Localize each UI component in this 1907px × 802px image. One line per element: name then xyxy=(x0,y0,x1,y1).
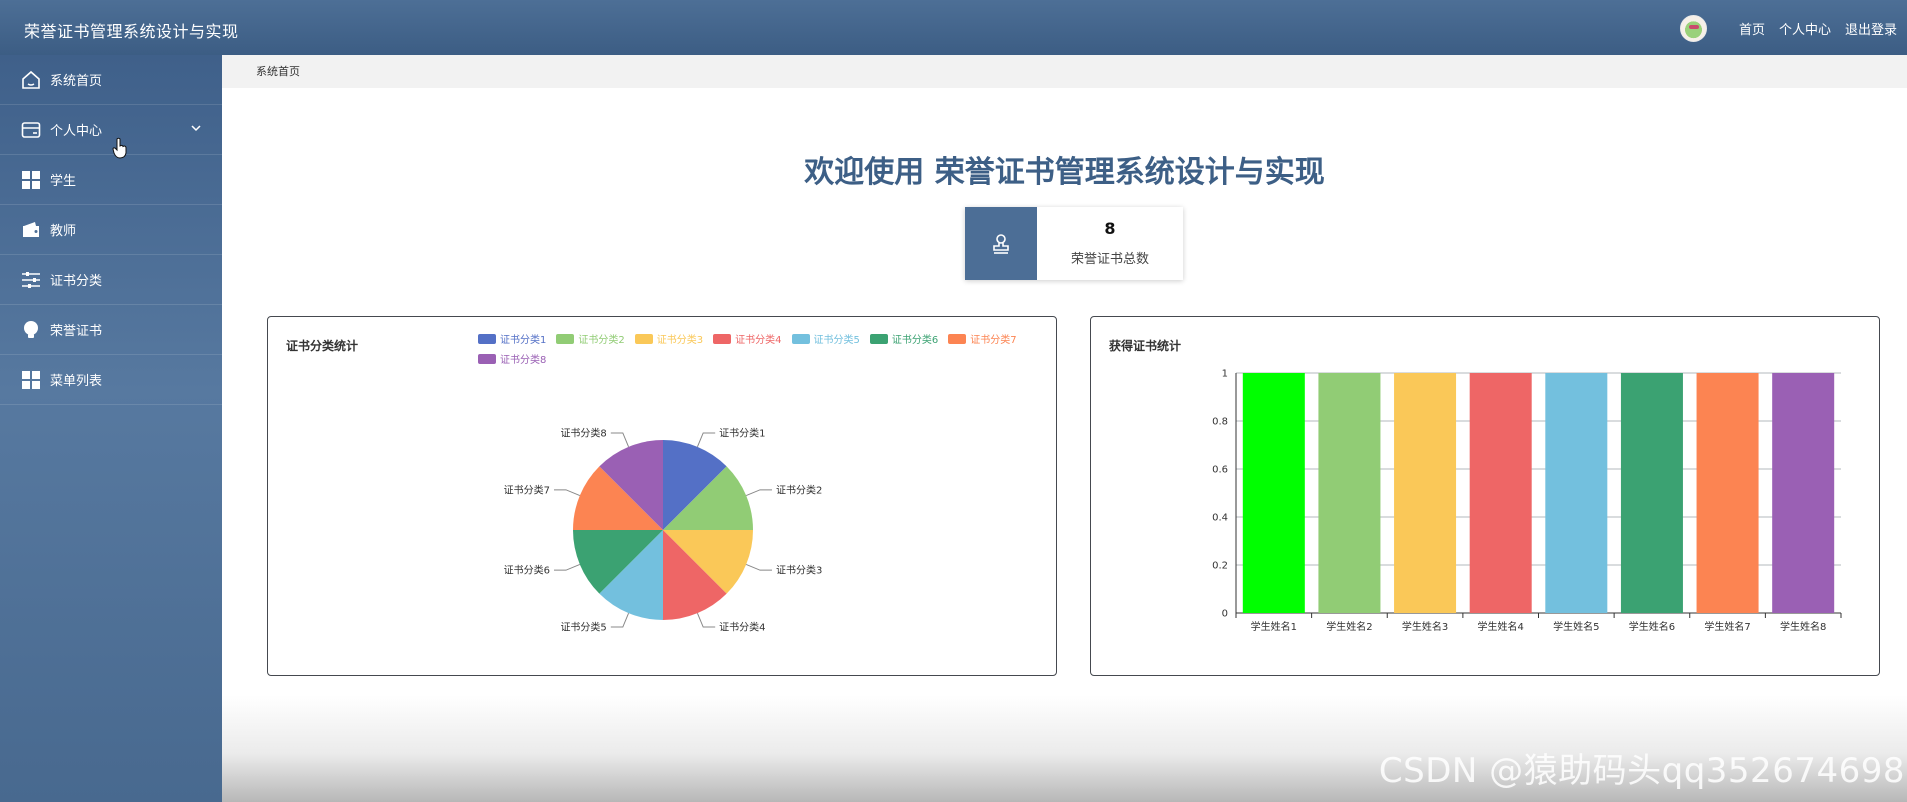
pie-label-line xyxy=(696,612,716,628)
card-icon xyxy=(20,119,42,141)
sidebar-item-profile[interactable]: 个人中心 xyxy=(0,105,222,155)
pie-chart: 证书分类1 证书分类2 证书分类3 证书分类4 证书分类5 证书分类6 证书分类7 证书分类8 xyxy=(504,426,823,634)
pie-label: 证书分类5 xyxy=(560,621,606,634)
pie-label-line xyxy=(745,563,773,571)
pie-label: 证书分类7 xyxy=(504,483,550,496)
home-link[interactable]: 首页 xyxy=(1739,19,1765,38)
bar[interactable] xyxy=(1545,373,1608,613)
pie-label-line xyxy=(553,489,581,497)
pie-label: 证书分类3 xyxy=(776,564,822,577)
chevron-down-icon[interactable] xyxy=(190,122,202,134)
y-tick-label: 0.8 xyxy=(1212,417,1228,428)
pie-label-line xyxy=(696,432,716,448)
sidebar-item-label: 学生 xyxy=(50,174,77,189)
pie-label: 证书分类2 xyxy=(776,483,822,496)
sidebar-item-label: 个人中心 xyxy=(50,124,103,139)
x-tick-label: 学生姓名7 xyxy=(1704,620,1750,633)
pie-label-line xyxy=(745,489,773,497)
sidebar: 系统首页 个人中心 学生 教师 证书分类 荣誉证书 菜单列表 xyxy=(0,55,222,802)
grid-icon xyxy=(20,169,42,191)
sliders-icon xyxy=(20,269,42,291)
sidebar-item-label: 荣誉证书 xyxy=(50,324,103,339)
sidebar-item-menu-list[interactable]: 菜单列表 xyxy=(0,355,222,405)
wallet-icon xyxy=(20,219,42,241)
bar[interactable] xyxy=(1242,373,1305,613)
sidebar-item-label: 教师 xyxy=(50,224,77,239)
bulb-icon xyxy=(20,319,42,341)
x-tick-label: 学生姓名1 xyxy=(1251,620,1297,633)
main-content: 系统首页 欢迎使用 荣誉证书管理系统设计与实现 8 荣誉证书总数 证书分类统计 … xyxy=(222,55,1907,802)
bar[interactable] xyxy=(1394,373,1457,613)
sidebar-item-teachers[interactable]: 教师 xyxy=(0,205,222,255)
y-tick-label: 0.4 xyxy=(1212,513,1228,524)
bar[interactable] xyxy=(1772,373,1835,613)
logout-link[interactable]: 退出登录 xyxy=(1845,19,1897,38)
bar[interactable] xyxy=(1469,373,1532,613)
y-tick-label: 0.2 xyxy=(1212,561,1228,572)
sidebar-item-label: 证书分类 xyxy=(50,274,103,289)
pie-label: 证书分类1 xyxy=(719,426,765,439)
app-title: 荣誉证书管理系统设计与实现 xyxy=(24,22,239,41)
pie-label: 证书分类4 xyxy=(719,621,765,634)
stat-value: 8 xyxy=(1104,219,1116,238)
header-actions: 首页 个人中心 退出登录 xyxy=(1679,15,1897,42)
bottom-area: CSDN @猿助码头qq352674698 xyxy=(222,695,1907,802)
bar[interactable] xyxy=(1318,373,1381,613)
breadcrumb-item[interactable]: 系统首页 xyxy=(256,65,300,78)
bar[interactable] xyxy=(1696,373,1759,613)
profile-link[interactable]: 个人中心 xyxy=(1779,19,1831,38)
home-icon xyxy=(20,69,42,91)
top-header: 荣誉证书管理系统设计与实现 首页 个人中心 退出登录 xyxy=(0,0,1907,55)
x-tick-label: 学生姓名5 xyxy=(1553,620,1599,633)
pie-label-line xyxy=(553,563,581,571)
breadcrumb: 系统首页 xyxy=(222,55,1907,88)
watermark: CSDN @猿助码头qq352674698 xyxy=(1378,751,1905,791)
avatar[interactable] xyxy=(1679,15,1707,42)
y-tick-label: 1 xyxy=(1222,369,1228,380)
grid-icon xyxy=(20,369,42,391)
x-tick-label: 学生姓名2 xyxy=(1326,620,1372,633)
sidebar-item-label: 系统首页 xyxy=(50,74,103,89)
hand-cursor-icon xyxy=(112,137,127,159)
welcome-heading: 欢迎使用 荣誉证书管理系统设计与实现 xyxy=(804,155,1325,190)
x-tick-label: 学生姓名3 xyxy=(1402,620,1448,633)
x-tick-label: 学生姓名4 xyxy=(1478,620,1524,633)
bar-chart-panel: 获得证书统计 0 0.2 0.4 0.6 0.8 1 学生姓名1 学生姓名2 学生姓名3 学生姓名… xyxy=(1090,316,1880,676)
pie-label-line xyxy=(610,432,630,448)
stat-label: 荣誉证书总数 xyxy=(1070,252,1149,267)
y-tick-label: 0.6 xyxy=(1212,465,1228,476)
sidebar-item-categories[interactable]: 证书分类 xyxy=(0,255,222,305)
bar-chart: 0 0.2 0.4 0.6 0.8 1 学生姓名1 学生姓名2 学生姓名3 学生姓名4 学生姓名5 学… xyxy=(1212,369,1842,633)
stamp-icon xyxy=(965,207,1037,280)
sidebar-item-students[interactable]: 学生 xyxy=(0,155,222,205)
pie-label: 证书分类8 xyxy=(560,426,606,439)
pie-label: 证书分类6 xyxy=(504,564,550,577)
y-tick-label: 0 xyxy=(1222,609,1228,620)
pie-chart-panel: 证书分类统计 证书分类1 证书分类2 证书分类3 证书分类4 证书分类5 证书分类6 证书分… xyxy=(267,316,1057,676)
sidebar-item-home[interactable]: 系统首页 xyxy=(0,55,222,105)
stat-card: 8 荣誉证书总数 xyxy=(965,207,1183,280)
x-tick-label: 学生姓名6 xyxy=(1629,620,1675,633)
bar[interactable] xyxy=(1620,373,1683,613)
x-tick-label: 学生姓名8 xyxy=(1780,620,1826,633)
pie-label-line xyxy=(610,612,630,628)
sidebar-item-label: 菜单列表 xyxy=(50,374,103,389)
sidebar-item-certificates[interactable]: 荣誉证书 xyxy=(0,305,222,355)
